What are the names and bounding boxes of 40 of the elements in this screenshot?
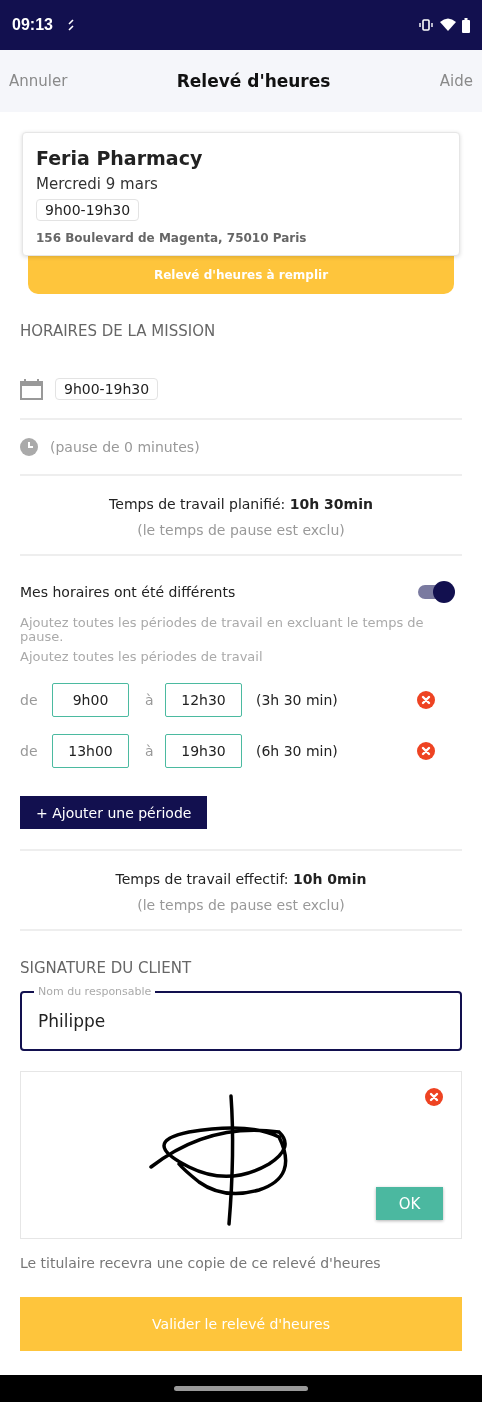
- add-period-button[interactable]: + Ajouter une période: [20, 796, 208, 829]
- mission-date: Mercredi 9 mars: [36, 175, 159, 193]
- pause-text: (pause de 0 minutes): [50, 439, 200, 455]
- to-label: à: [145, 691, 155, 708]
- vibrate-icon: [418, 19, 434, 31]
- battery-icon: [462, 17, 470, 33]
- different-hours-label: Mes horaires ont été différents: [20, 584, 236, 600]
- to-label: à: [145, 742, 155, 759]
- status-banner: Relevé d'heures à remplir: [28, 256, 454, 294]
- pause-note: (le temps de pause est exclu): [137, 897, 345, 913]
- address: 156 Boulevard de Magenta, 75010 Paris: [36, 231, 308, 245]
- planned-time: Temps de travail planifié: 10h 30min: [109, 496, 373, 512]
- clear-signature-icon[interactable]: [425, 1088, 443, 1106]
- start-time-field[interactable]: 9h00: [52, 682, 129, 717]
- pause-note: (le temps de pause est exclu): [137, 522, 345, 538]
- hours-chip: 9h00-19h30: [55, 378, 159, 400]
- pharmacy-name: Feria Pharmacy: [36, 147, 204, 169]
- sync-icon: [66, 19, 75, 31]
- hint-text: Ajoutez toutes les périodes de travail: [20, 650, 264, 664]
- different-hours-switch[interactable]: [416, 580, 456, 604]
- hint-text: Ajoutez toutes les périodes de travail en excluant le temps de pause.: [20, 616, 425, 644]
- period-duration: (6h 30 min): [256, 742, 339, 759]
- section-heading: HORAIRES DE LA MISSION: [20, 322, 217, 340]
- period-duration: (3h 30 min): [256, 691, 339, 708]
- end-time-field[interactable]: 12h30: [165, 682, 242, 717]
- remove-icon[interactable]: [417, 690, 435, 709]
- copy-note: Le titulaire recevra une copie de ce relevé d'heures: [20, 1255, 382, 1271]
- status-time: 09:13: [12, 16, 53, 34]
- hours-chip: 9h00-19h30: [36, 199, 140, 221]
- clock-icon: [20, 438, 38, 456]
- from-label: de: [20, 742, 39, 759]
- from-label: de: [20, 691, 39, 708]
- page-title: Relevé d'heures: [176, 71, 331, 91]
- calendar-icon: [20, 378, 43, 400]
- remove-icon[interactable]: [417, 741, 435, 760]
- wifi-icon: [440, 18, 456, 32]
- effective-time: Temps de travail effectif: 10h 0min: [115, 871, 367, 887]
- section-heading: SIGNATURE DU CLIENT: [20, 959, 193, 977]
- start-time-field[interactable]: 13h00: [52, 733, 129, 768]
- end-time-field[interactable]: 19h30: [165, 733, 242, 768]
